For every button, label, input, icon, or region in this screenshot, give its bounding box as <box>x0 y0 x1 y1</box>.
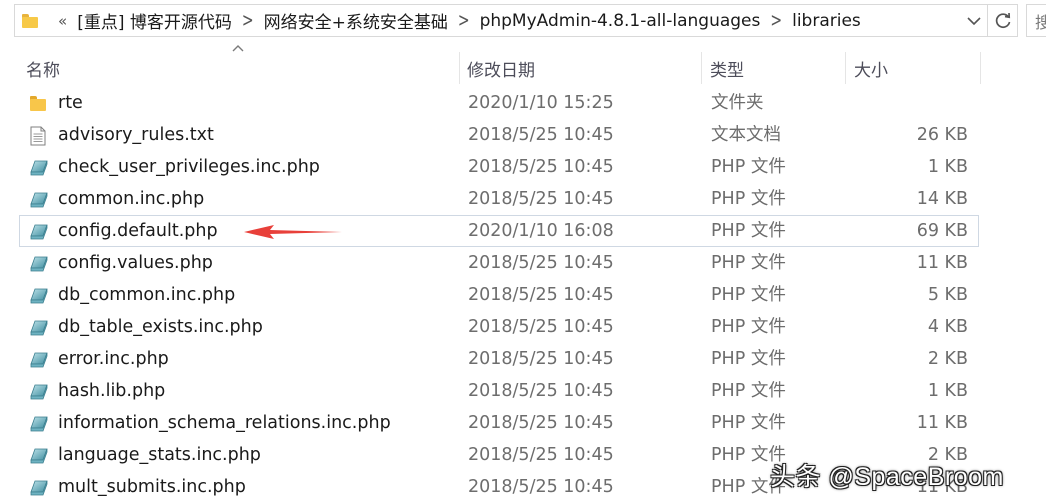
file-name: hash.lib.php <box>58 381 166 401</box>
file-modified-date: 2018/5/25 10:45 <box>468 285 614 305</box>
file-row[interactable]: check_user_privileges.inc.php 2018/5/25 1… <box>19 151 979 183</box>
file-type: PHP 文件 <box>711 349 786 369</box>
column-divider[interactable] <box>701 52 702 84</box>
breadcrumb-separator-icon[interactable]: > <box>770 9 782 31</box>
column-header-date[interactable]: 修改日期 <box>460 53 701 83</box>
file-size: 5 KB <box>927 285 968 305</box>
file-row[interactable]: common.inc.php 2018/5/25 10:45 PHP 文件 14 KB <box>19 183 979 215</box>
file-size: 11 KB <box>916 413 968 433</box>
file-name: common.inc.php <box>58 189 205 209</box>
file-name: information_schema_relations.inc.php <box>58 413 391 433</box>
php-file-icon <box>29 158 48 177</box>
file-modified-date: 2018/5/25 10:45 <box>468 125 614 145</box>
file-name: config.default.php <box>58 221 218 241</box>
file-name: mult_submits.inc.php <box>58 477 246 497</box>
file-row[interactable]: db_table_exists.inc.php 2018/5/25 10:45 PH… <box>19 311 979 343</box>
php-file-icon <box>29 222 48 241</box>
column-header-name[interactable]: 名称 <box>19 53 459 83</box>
address-bar[interactable]: « [重点] 博客开源代码 > 网络安全+系统安全基础 > phpMyAdmin… <box>14 4 988 37</box>
file-list: rte 2020/1/10 15:25 文件夹 advisory_rules.txt 2… <box>19 87 979 503</box>
column-divider[interactable] <box>980 52 981 84</box>
php-file-icon <box>29 446 48 465</box>
file-modified-date: 2018/5/25 10:45 <box>468 157 614 177</box>
file-name: db_table_exists.inc.php <box>58 317 263 337</box>
file-type: 文本文档 <box>711 125 781 145</box>
file-modified-date: 2020/1/10 16:08 <box>468 221 614 241</box>
file-type: PHP 文件 <box>711 381 786 401</box>
file-modified-date: 2018/5/25 10:45 <box>468 349 614 369</box>
column-header-type[interactable]: 类型 <box>703 53 845 83</box>
breadcrumb-item[interactable]: libraries <box>792 11 861 31</box>
php-file-icon <box>29 190 48 209</box>
file-modified-date: 2018/5/25 10:45 <box>468 317 614 337</box>
file-size: 14 KB <box>916 189 968 209</box>
refresh-icon <box>995 12 1010 28</box>
file-size: 69 KB <box>916 221 968 241</box>
file-modified-date: 2018/5/25 10:45 <box>468 381 614 401</box>
address-bar-row: « [重点] 博客开源代码 > 网络安全+系统安全基础 > phpMyAdmin… <box>0 0 1046 42</box>
file-row[interactable]: advisory_rules.txt 2018/5/25 10:45 文本文档 26 … <box>19 119 979 151</box>
breadcrumb-item[interactable]: [重点] 博客开源代码 <box>77 8 232 33</box>
file-name: db_common.inc.php <box>58 285 236 305</box>
file-row[interactable]: rte 2020/1/10 15:25 文件夹 <box>19 87 979 119</box>
file-row[interactable]: db_common.inc.php 2018/5/25 10:45 PHP 文件 5 … <box>19 279 979 311</box>
file-size: 1 KB <box>927 157 968 177</box>
file-modified-date: 2018/5/25 10:45 <box>468 253 614 273</box>
search-placeholder: 搜 <box>1035 12 1046 32</box>
file-modified-date: 2018/5/25 10:45 <box>468 477 614 497</box>
file-name: error.inc.php <box>58 349 169 369</box>
watermark: 头条 @SpaceBroom <box>770 458 1036 492</box>
overflow-chevron[interactable]: « <box>58 12 67 30</box>
php-file-icon <box>29 286 48 305</box>
column-header-size[interactable]: 大小 <box>847 53 980 83</box>
php-file-icon <box>29 318 48 337</box>
file-name: rte <box>58 93 83 113</box>
file-size: 1 KB <box>927 381 968 401</box>
php-file-icon <box>29 382 48 401</box>
file-type: PHP 文件 <box>711 285 786 305</box>
file-name: language_stats.inc.php <box>58 445 261 465</box>
file-modified-date: 2018/5/25 10:45 <box>468 189 614 209</box>
annotation-arrow <box>244 225 342 239</box>
php-file-icon <box>29 254 48 273</box>
file-type: PHP 文件 <box>711 413 786 433</box>
file-size: 4 KB <box>927 317 968 337</box>
breadcrumb-separator-icon[interactable]: > <box>458 9 470 31</box>
breadcrumb-item[interactable]: phpMyAdmin-4.8.1-all-languages <box>480 11 761 31</box>
file-name: config.values.php <box>58 253 213 273</box>
file-row[interactable]: hash.lib.php 2018/5/25 10:45 PHP 文件 1 KB <box>19 375 979 407</box>
file-type: 文件夹 <box>711 93 764 113</box>
folder-icon <box>29 94 47 113</box>
file-size: 26 KB <box>916 125 968 145</box>
chevron-down-icon[interactable] <box>965 12 983 30</box>
text-file-icon <box>29 126 47 146</box>
php-file-icon <box>29 414 48 433</box>
file-name: advisory_rules.txt <box>58 125 214 145</box>
php-file-icon <box>29 350 48 369</box>
file-type: PHP 文件 <box>711 189 786 209</box>
folder-icon <box>22 13 38 28</box>
search-box[interactable]: 搜 <box>1026 4 1046 37</box>
file-modified-date: 2018/5/25 10:45 <box>468 413 614 433</box>
file-size: 11 KB <box>916 253 968 273</box>
file-modified-date: 2018/5/25 10:45 <box>468 445 614 465</box>
watermark-text: 头条 @SpaceBroom <box>770 463 1004 491</box>
file-row[interactable]: config.default.php 2020/1/10 16:08 PHP 文件 6… <box>19 215 979 247</box>
file-row[interactable]: error.inc.php 2018/5/25 10:45 PHP 文件 2 KB <box>19 343 979 375</box>
file-type: PHP 文件 <box>711 157 786 177</box>
file-size: 2 KB <box>927 349 968 369</box>
file-type: PHP 文件 <box>711 317 786 337</box>
file-type: PHP 文件 <box>711 221 786 241</box>
refresh-button[interactable] <box>988 4 1018 37</box>
breadcrumb-item[interactable]: 网络安全+系统安全基础 <box>264 8 448 33</box>
file-type: PHP 文件 <box>711 253 786 273</box>
php-file-icon <box>29 478 48 497</box>
breadcrumb-separator-icon[interactable]: > <box>242 9 254 31</box>
file-row[interactable]: config.values.php 2018/5/25 10:45 PHP 文件 11… <box>19 247 979 279</box>
file-modified-date: 2020/1/10 15:25 <box>468 93 614 113</box>
file-name: check_user_privileges.inc.php <box>58 157 320 177</box>
column-divider[interactable] <box>845 52 846 84</box>
file-row[interactable]: information_schema_relations.inc.php 2018… <box>19 407 979 439</box>
